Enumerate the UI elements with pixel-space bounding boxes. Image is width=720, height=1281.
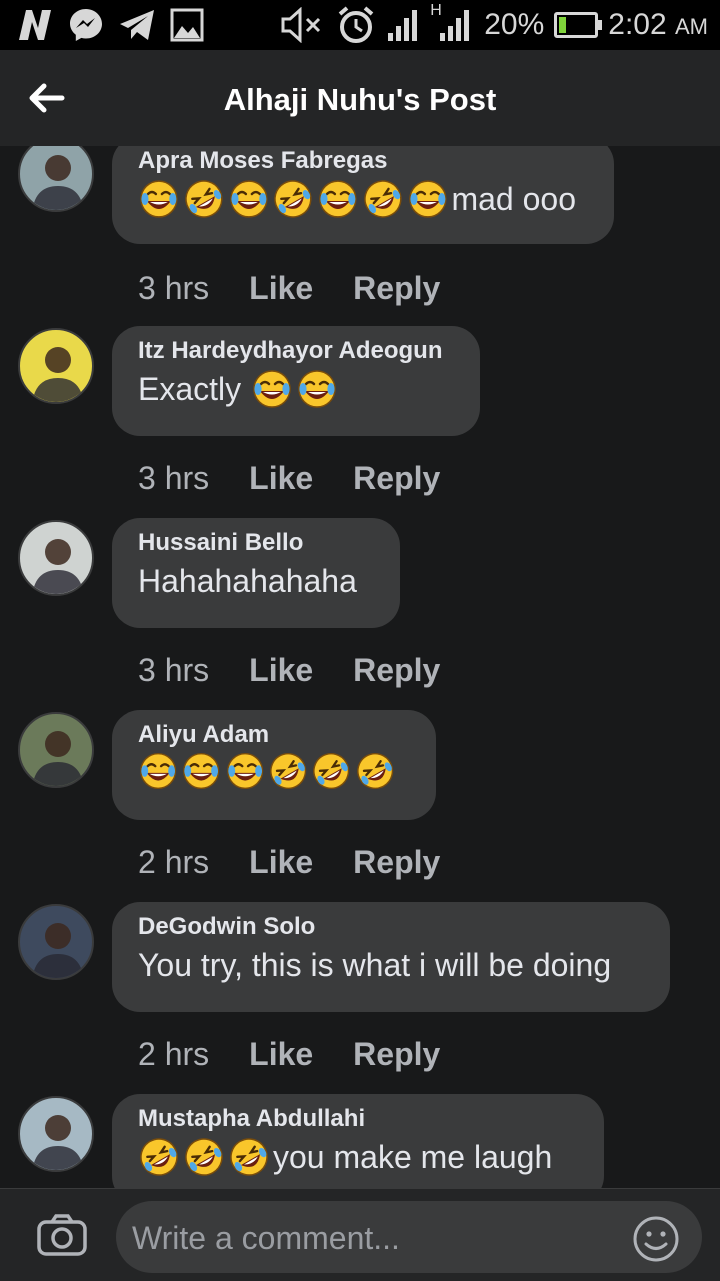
- reply-button[interactable]: Reply: [353, 652, 440, 689]
- network-label: H: [430, 2, 442, 19]
- comment-actions: 3 hrs Like Reply: [138, 652, 440, 689]
- commenter-name[interactable]: Hussaini Bello: [138, 528, 372, 558]
- comment-bubble[interactable]: Apra Moses Fabregas mad ooo: [112, 146, 614, 244]
- avatar[interactable]: [18, 520, 94, 596]
- n-icon: [16, 6, 54, 44]
- rofl-emoji-icon: [356, 752, 393, 790]
- comment-time: 2 hrs: [138, 844, 210, 880]
- rofl-emoji-icon: [274, 180, 312, 218]
- rofl-emoji-icon: [364, 180, 402, 218]
- comment-actions: 3 hrs Like Reply: [138, 270, 440, 307]
- comment-bubble[interactable]: Itz Hardeydhayor Adeogun Exactly: [112, 326, 480, 436]
- joy-emoji-icon: [183, 752, 220, 790]
- clock-time: 2:02: [608, 8, 667, 41]
- comment-input[interactable]: [130, 1201, 614, 1275]
- joy-emoji-icon: [229, 180, 268, 218]
- comment-bubble[interactable]: Hussaini Bello Hahahahahaha: [112, 518, 400, 628]
- comment-text: mad ooo: [451, 181, 576, 217]
- comment-time: 3 hrs: [138, 652, 210, 688]
- comment-text: you make me laugh: [273, 1139, 553, 1175]
- comment-input-wrapper: [116, 1201, 702, 1275]
- avatar[interactable]: [18, 904, 94, 980]
- joy-emoji-icon: [253, 370, 291, 408]
- like-button[interactable]: Like: [249, 460, 313, 497]
- battery-fill: [559, 17, 567, 33]
- camera-icon[interactable]: [36, 1213, 88, 1257]
- telegram-icon: [118, 6, 156, 44]
- comment-composer: [0, 1188, 720, 1281]
- comment-actions: 2 hrs Like Reply: [138, 844, 440, 881]
- comment-actions: 3 hrs Like Reply: [138, 460, 440, 497]
- comment-time: 3 hrs: [138, 460, 210, 496]
- messenger-icon: [68, 6, 104, 44]
- joy-emoji-icon: [298, 370, 336, 408]
- commenter-name[interactable]: Mustapha Abdullahi: [138, 1104, 576, 1134]
- reply-button[interactable]: Reply: [353, 270, 440, 307]
- rofl-emoji-icon: [313, 752, 350, 790]
- avatar[interactable]: [18, 712, 94, 788]
- joy-emoji-icon: [319, 180, 357, 218]
- comment-time: 3 hrs: [138, 270, 210, 306]
- reply-button[interactable]: Reply: [353, 1036, 440, 1073]
- comment-bubble[interactable]: DeGodwin Solo You try, this is what i wi…: [112, 902, 670, 1012]
- gallery-icon: [170, 6, 204, 44]
- commenter-name[interactable]: DeGodwin Solo: [138, 912, 642, 942]
- comment-text-row: mad ooo: [138, 176, 586, 222]
- signal-h-icon: H: [430, 2, 474, 44]
- post-header: Alhaji Nuhu's Post: [0, 50, 720, 146]
- rofl-emoji-icon: [185, 180, 223, 218]
- comment-actions: 2 hrs Like Reply: [138, 1036, 440, 1073]
- comment-time: 2 hrs: [138, 1036, 210, 1072]
- status-bar: H 20% 2:02 AM: [0, 0, 720, 50]
- rofl-emoji-icon: [230, 1138, 268, 1176]
- clock: 2:02 AM: [608, 8, 708, 42]
- joy-emoji-icon: [140, 752, 177, 790]
- signal-icon: [386, 6, 420, 44]
- comment-text-row: Exactly: [138, 366, 452, 412]
- like-button[interactable]: Like: [249, 652, 313, 689]
- like-button[interactable]: Like: [249, 1036, 313, 1073]
- rofl-emoji-icon: [140, 1138, 178, 1176]
- joy-emoji-icon: [140, 180, 178, 218]
- smiley-icon[interactable]: [632, 1215, 680, 1263]
- comment-bubble[interactable]: Aliyu Adam: [112, 710, 436, 820]
- comment-text-row: [138, 750, 408, 792]
- battery-percent: 20%: [484, 8, 545, 41]
- rofl-emoji-icon: [185, 1138, 223, 1176]
- mute-icon: [280, 6, 326, 44]
- clock-ampm: AM: [675, 14, 708, 39]
- battery-icon: [554, 12, 603, 38]
- commenter-name[interactable]: Apra Moses Fabregas: [138, 146, 586, 176]
- like-button[interactable]: Like: [249, 844, 313, 881]
- avatar[interactable]: [18, 1096, 94, 1172]
- rofl-emoji-icon: [270, 752, 307, 790]
- alarm-icon: [336, 6, 376, 44]
- reply-button[interactable]: Reply: [353, 844, 440, 881]
- commenter-name[interactable]: Itz Hardeydhayor Adeogun: [138, 336, 452, 366]
- comment-text-row: you make me laugh: [138, 1134, 576, 1180]
- comment-text: Hahahahahaha: [138, 563, 357, 599]
- commenter-name[interactable]: Aliyu Adam: [138, 720, 408, 750]
- comment-text: Exactly: [138, 371, 242, 407]
- avatar[interactable]: [18, 328, 94, 404]
- joy-emoji-icon: [408, 180, 447, 218]
- page-title: Alhaji Nuhu's Post: [223, 82, 497, 117]
- comment-text-row: You try, this is what i will be doing: [138, 942, 642, 988]
- like-button[interactable]: Like: [249, 270, 313, 307]
- comment-bubble[interactable]: Mustapha Abdullahi you make me laugh: [112, 1094, 604, 1188]
- back-arrow-icon[interactable]: [26, 78, 66, 118]
- joy-emoji-icon: [226, 752, 263, 790]
- comment-text: You try, this is what i will be doing: [138, 947, 612, 983]
- reply-button[interactable]: Reply: [353, 460, 440, 497]
- comment-list[interactable]: Apra Moses Fabregas mad ooo 3 hrs Like R…: [0, 146, 720, 1188]
- comment-text-row: Hahahahahaha: [138, 558, 372, 604]
- avatar[interactable]: [18, 146, 94, 212]
